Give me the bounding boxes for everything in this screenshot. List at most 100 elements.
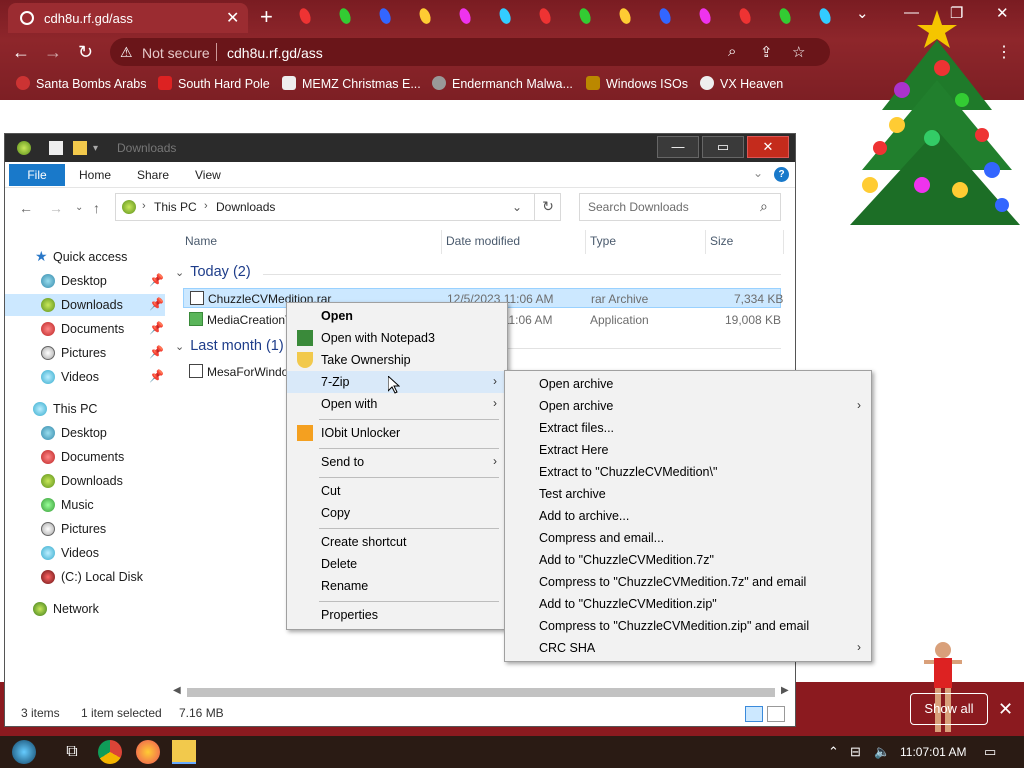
nav-downloads[interactable]: Downloads 📌	[5, 294, 165, 316]
browser-tab[interactable]: cdh8u.rf.gd/ass ✕	[8, 3, 248, 33]
firefox-icon[interactable]	[136, 740, 160, 764]
chevron-up-icon[interactable]: ⌃	[828, 744, 839, 760]
up-icon[interactable]: ↑	[93, 200, 100, 216]
horizontal-scrollbar[interactable]: ◀ ▶	[169, 684, 791, 700]
column-divider[interactable]	[705, 230, 706, 254]
nav-pc-music[interactable]: Music	[5, 494, 165, 516]
file-explorer-icon[interactable]	[172, 740, 196, 764]
notification-icon[interactable]: ▭	[984, 744, 996, 760]
nav-quick-access[interactable]: ★ Quick access	[5, 246, 165, 268]
task-view-icon[interactable]: ⧉	[60, 740, 84, 764]
search-icon[interactable]: ⌕	[728, 43, 736, 60]
bookmark-item[interactable]: VX Heaven	[700, 76, 783, 91]
submenu-add-to-archive[interactable]: Add to archive...	[505, 505, 871, 527]
chrome-icon[interactable]	[98, 740, 122, 764]
forward-icon[interactable]: →	[49, 200, 63, 216]
column-divider[interactable]	[585, 230, 586, 254]
nav-pc-videos[interactable]: Videos	[5, 542, 165, 564]
submenu-extract-here[interactable]: Extract Here	[505, 439, 871, 461]
nav-network[interactable]: Network	[5, 598, 165, 620]
submenu-extract-to-folder[interactable]: Extract to "ChuzzleCVMedition\"	[505, 461, 871, 483]
column-size[interactable]: Size	[710, 234, 733, 248]
back-icon[interactable]: ←	[12, 42, 30, 63]
menu-copy[interactable]: Copy	[287, 502, 507, 524]
omnibox[interactable]: ⚠ Not secure cdh8u.rf.gd/ass ⌕ ⇪ ☆	[110, 38, 830, 66]
nav-local-disk[interactable]: (C:) Local Disk	[5, 566, 165, 588]
submenu-add-to-7z[interactable]: Add to "ChuzzleCVMedition.7z"	[505, 549, 871, 571]
submenu-add-to-zip[interactable]: Add to "ChuzzleCVMedition.zip"	[505, 593, 871, 615]
recent-locations-icon[interactable]: ⌄	[75, 202, 83, 213]
submenu-compress-email[interactable]: Compress and email...	[505, 527, 871, 549]
new-tab-button[interactable]: +	[260, 4, 273, 30]
column-name[interactable]: Name	[185, 234, 217, 248]
menu-take-ownership[interactable]: Take Ownership	[287, 349, 507, 371]
nav-pc-documents[interactable]: Documents	[5, 446, 165, 468]
minimize-button[interactable]: —	[657, 136, 699, 158]
breadcrumb-downloads[interactable]: Downloads	[216, 200, 275, 214]
tab-share[interactable]: Share	[137, 168, 169, 182]
nav-videos[interactable]: Videos 📌	[5, 366, 165, 388]
tab-view[interactable]: View	[195, 168, 221, 182]
column-type[interactable]: Type	[590, 234, 616, 248]
new-folder-icon[interactable]	[73, 141, 87, 155]
submenu-compress-7z-email[interactable]: Compress to "ChuzzleCVMedition.7z" and e…	[505, 571, 871, 593]
bookmark-item[interactable]: Windows ISOs	[586, 76, 688, 91]
menu-open-with[interactable]: Open with ›	[287, 393, 507, 415]
menu-open[interactable]: Open	[287, 305, 507, 327]
address-path[interactable]: › This PC › Downloads ⌄ ↻	[115, 193, 561, 221]
expand-ribbon-icon[interactable]: ⌄	[753, 166, 763, 180]
menu-create-shortcut[interactable]: Create shortcut	[287, 531, 507, 553]
back-icon[interactable]: ←	[19, 200, 33, 216]
security-label[interactable]: Not secure	[142, 45, 210, 61]
large-icons-view-icon[interactable]	[767, 706, 785, 722]
submenu-compress-zip-email[interactable]: Compress to "ChuzzleCVMedition.zip" and …	[505, 615, 871, 637]
bookmark-item[interactable]: Santa Bombs Arabs	[16, 76, 146, 91]
url-text[interactable]: cdh8u.rf.gd/ass	[227, 45, 323, 61]
share-icon[interactable]: ⇪	[760, 43, 773, 61]
column-divider[interactable]	[441, 230, 442, 254]
menu-send-to[interactable]: Send to ›	[287, 451, 507, 473]
chevron-right-icon[interactable]: ›	[142, 200, 146, 212]
submenu-test-archive[interactable]: Test archive	[505, 483, 871, 505]
bookmark-item[interactable]: Endermanch Malwa...	[432, 76, 573, 91]
group-today[interactable]: ⌄ Today (2)	[175, 264, 251, 280]
menu-properties[interactable]: Properties	[287, 604, 507, 626]
close-button[interactable]: ✕	[747, 136, 789, 158]
scroll-right-icon[interactable]: ▶	[781, 685, 789, 696]
show-all-button[interactable]: Show all	[910, 693, 988, 725]
volume-icon[interactable]: 🔈	[874, 744, 890, 760]
breadcrumb-this-pc[interactable]: This PC	[154, 200, 197, 214]
scrollbar-thumb[interactable]	[187, 688, 775, 697]
submenu-extract-files[interactable]: Extract files...	[505, 417, 871, 439]
menu-delete[interactable]: Delete	[287, 553, 507, 575]
submenu-open-archive-with[interactable]: Open archive ›	[505, 395, 871, 417]
nav-pc-pictures[interactable]: Pictures	[5, 518, 165, 540]
chevron-down-icon[interactable]: ▾	[93, 143, 107, 157]
tab-file[interactable]: File	[9, 164, 65, 186]
search-input[interactable]: Search Downloads ⌕	[579, 193, 781, 221]
properties-icon[interactable]	[49, 141, 63, 155]
bookmark-item[interactable]: South Hard Pole	[158, 76, 270, 91]
menu-rename[interactable]: Rename	[287, 575, 507, 597]
chevron-right-icon[interactable]: ›	[204, 200, 208, 212]
nav-pc-desktop[interactable]: Desktop	[5, 422, 165, 444]
menu-iobit-unlocker[interactable]: IObit Unlocker	[287, 422, 507, 444]
maximize-button[interactable]: ▭	[702, 136, 744, 158]
tab-home[interactable]: Home	[79, 168, 111, 182]
close-tab-icon[interactable]: ✕	[226, 8, 239, 28]
submenu-open-archive[interactable]: Open archive	[505, 373, 871, 395]
nav-pc-downloads[interactable]: Downloads	[5, 470, 165, 492]
help-icon[interactable]: ?	[774, 167, 789, 182]
menu-open-notepad3[interactable]: Open with Notepad3	[287, 327, 507, 349]
details-view-icon[interactable]	[745, 706, 763, 722]
group-last-month[interactable]: ⌄ Last month (1)	[175, 338, 284, 354]
clock[interactable]: 11:07:01 AM	[900, 745, 967, 759]
submenu-crc-sha[interactable]: CRC SHA ›	[505, 637, 871, 659]
forward-icon[interactable]: →	[44, 42, 62, 63]
network-icon[interactable]: ⊟	[850, 744, 861, 760]
bookmark-item[interactable]: MEMZ Christmas E...	[282, 76, 421, 91]
column-divider[interactable]	[783, 230, 784, 254]
nav-this-pc[interactable]: This PC	[5, 398, 165, 420]
menu-cut[interactable]: Cut	[287, 480, 507, 502]
reload-icon[interactable]: ↻	[78, 42, 93, 63]
